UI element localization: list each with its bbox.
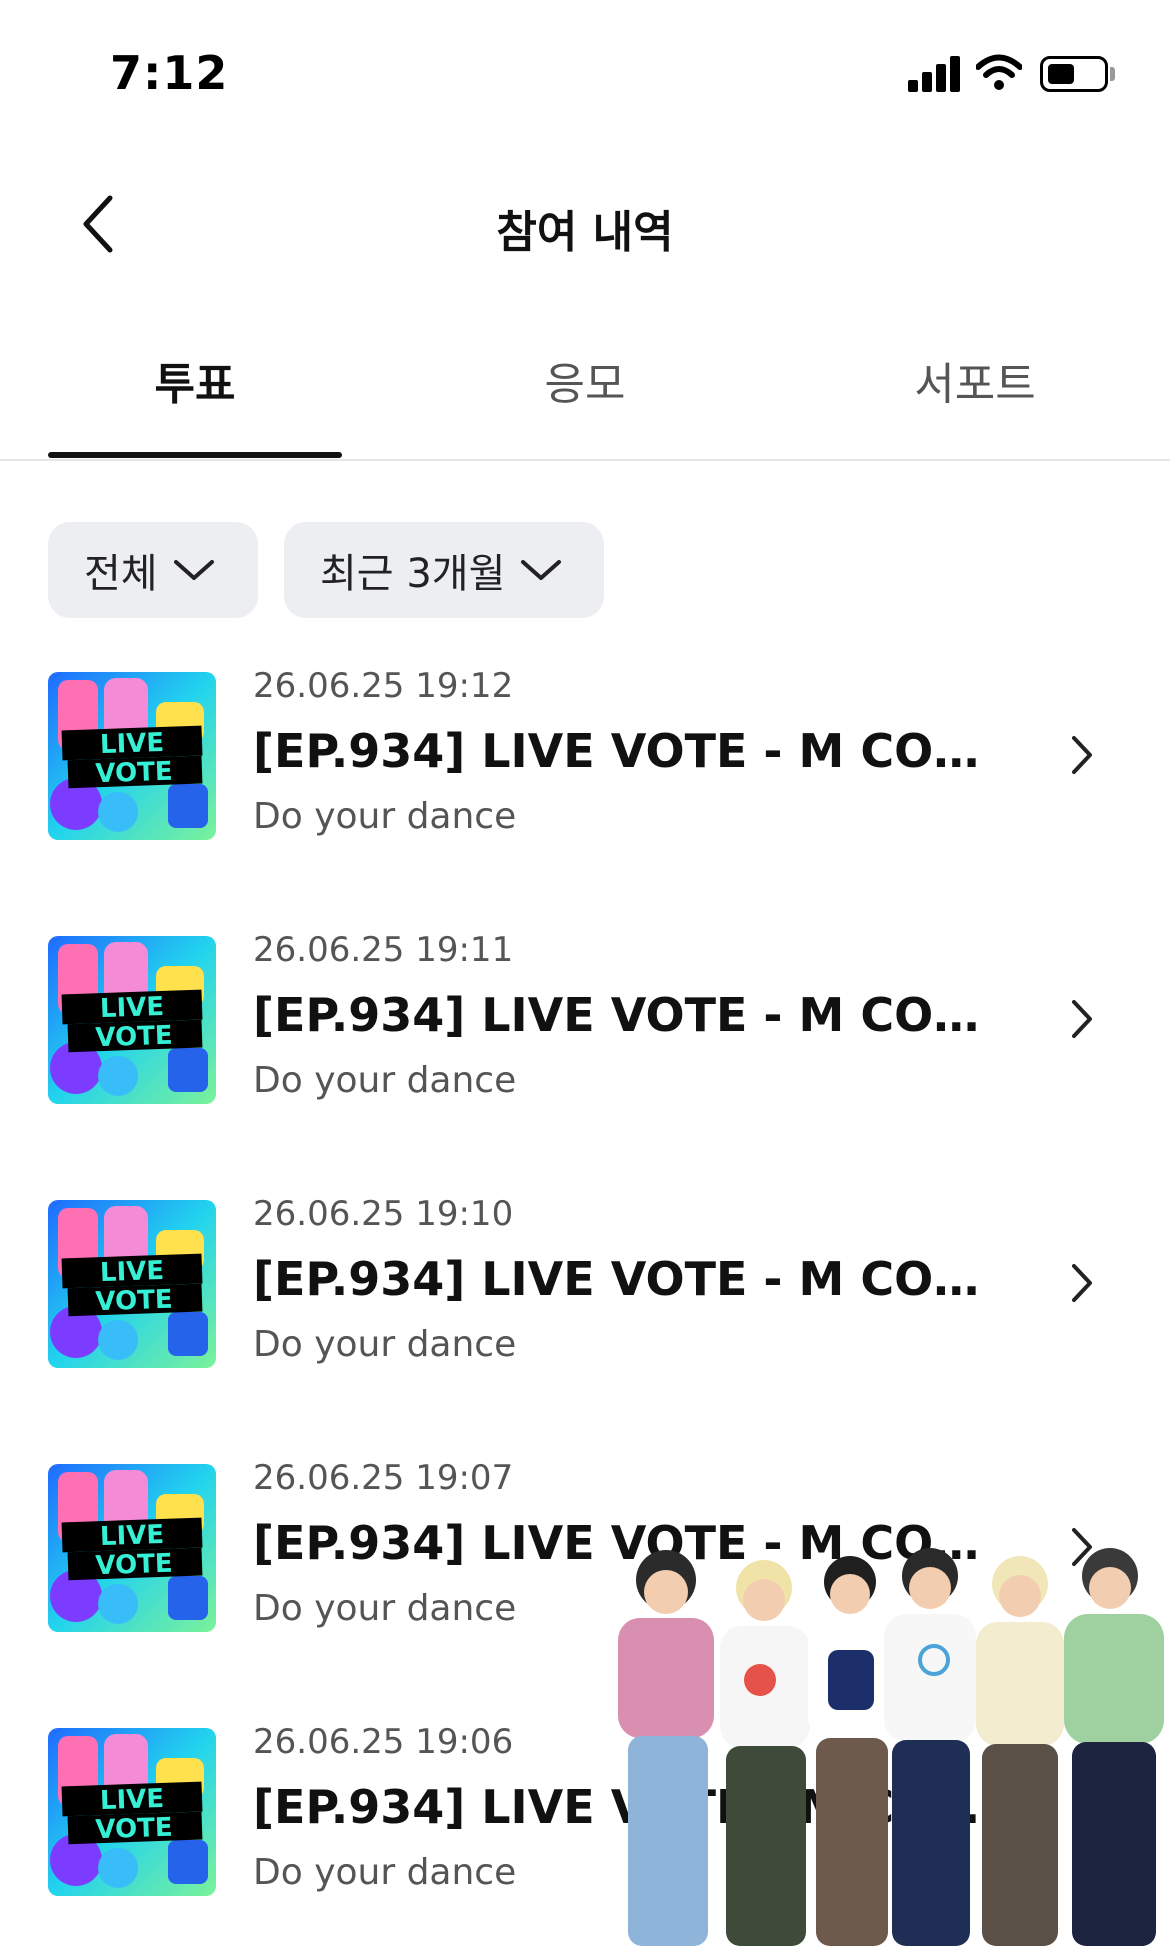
thumbnail-vote-text: VOTE	[95, 1021, 173, 1054]
page-title: 참여 내역	[496, 207, 674, 258]
status-bar: 7:12	[0, 0, 1170, 150]
status-time: 7:12	[110, 46, 229, 100]
tab-bar: 투표 응모 서포트	[48, 350, 1122, 460]
thumbnail-vote-text: VOTE	[95, 1285, 173, 1318]
active-tab-indicator	[48, 452, 342, 458]
item-subtitle: Do your dance	[253, 1060, 517, 1101]
tab-divider	[0, 459, 1170, 461]
thumbnail-vote-text: VOTE	[95, 1813, 173, 1846]
tab-support[interactable]: 서포트	[828, 350, 1122, 460]
tab-vote[interactable]: 투표	[48, 350, 342, 460]
floating-group-photo[interactable]	[558, 1540, 1170, 1950]
thumbnail-live-text: LIVE	[99, 728, 164, 760]
chevron-down-icon	[173, 560, 214, 580]
filter-period-label: 최근 3개월	[320, 551, 506, 597]
list-item[interactable]: LIVE VOTE 26.06.25 19:10 [EP.934] LIVE V…	[0, 1188, 1170, 1408]
live-vote-thumbnail: LIVE VOTE	[48, 936, 216, 1104]
filter-category-dropdown[interactable]: 전체	[48, 522, 258, 618]
signal-icon	[908, 56, 962, 92]
list-item[interactable]: LIVE VOTE 26.06.25 19:12 [EP.934] LIVE V…	[0, 660, 1170, 880]
battery-icon	[1040, 56, 1108, 92]
chevron-down-icon	[521, 560, 562, 580]
list-item[interactable]: LIVE VOTE 26.06.25 19:11 [EP.934] LIVE V…	[0, 924, 1170, 1144]
item-subtitle: Do your dance	[253, 1324, 517, 1365]
thumbnail-live-text: LIVE	[99, 992, 164, 1024]
item-date: 26.06.25 19:11	[253, 930, 514, 970]
live-vote-thumbnail: LIVE VOTE	[48, 1200, 216, 1368]
thumbnail-vote-text: VOTE	[95, 757, 173, 790]
chevron-right-icon	[1072, 1000, 1092, 1038]
wifi-icon	[976, 54, 1022, 90]
battery-tip	[1110, 67, 1115, 81]
filter-category-label: 전체	[84, 551, 158, 597]
item-title: [EP.934] LIVE VOTE - M COUNTDOWN	[253, 988, 993, 1042]
person-figure	[976, 1556, 1064, 1946]
item-subtitle: Do your dance	[253, 796, 517, 837]
item-title: [EP.934] LIVE VOTE - M COUNTDOWN	[253, 724, 993, 778]
tab-entry[interactable]: 응모	[438, 350, 732, 460]
person-figure	[720, 1560, 810, 1946]
filter-period-dropdown[interactable]: 최근 3개월	[284, 522, 604, 618]
thumbnail-live-text: LIVE	[99, 1520, 164, 1552]
item-date: 26.06.25 19:07	[253, 1458, 514, 1498]
person-figure	[618, 1550, 714, 1946]
thumbnail-live-text: LIVE	[99, 1256, 164, 1288]
item-title: [EP.934] LIVE VOTE - M COUNTDOWN	[253, 1252, 993, 1306]
item-date: 26.06.25 19:12	[253, 666, 514, 706]
chevron-right-icon	[1072, 736, 1092, 774]
item-subtitle: Do your dance	[253, 1852, 517, 1893]
item-date: 26.06.25 19:10	[253, 1194, 514, 1234]
live-vote-thumbnail: LIVE VOTE	[48, 1464, 216, 1632]
thumbnail-vote-text: VOTE	[95, 1549, 173, 1582]
item-subtitle: Do your dance	[253, 1588, 517, 1629]
person-figure	[1064, 1548, 1164, 1946]
item-date: 26.06.25 19:06	[253, 1722, 514, 1762]
thumbnail-live-text: LIVE	[99, 1784, 164, 1816]
person-figure	[884, 1548, 976, 1946]
chevron-right-icon	[1072, 1264, 1092, 1302]
live-vote-thumbnail: LIVE VOTE	[48, 672, 216, 840]
person-figure	[808, 1556, 894, 1946]
live-vote-thumbnail: LIVE VOTE	[48, 1728, 216, 1896]
